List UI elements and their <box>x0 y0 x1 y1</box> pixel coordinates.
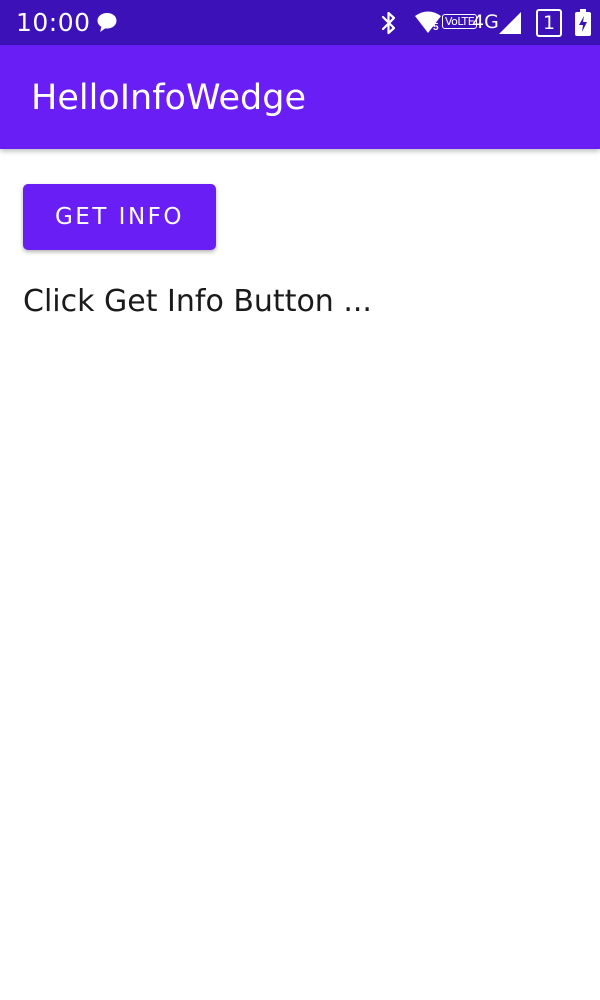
status-icons: 5 VoLTE 4G 1 <box>380 8 592 38</box>
info-text: Click Get Info Button ... <box>23 284 372 319</box>
chat-bubble-icon <box>95 11 119 35</box>
bluetooth-icon <box>380 10 398 38</box>
status-bar: 10:00 5 VoLTE 4G 1 <box>0 0 600 45</box>
wifi-band-label: 5 <box>433 22 439 33</box>
network-type-label: 4G <box>472 11 499 33</box>
battery-charging-icon <box>574 9 592 37</box>
get-info-button[interactable]: GET INFO <box>23 184 216 250</box>
sim-slot-badge: 1 <box>536 9 562 37</box>
signal-icon <box>498 11 522 37</box>
app-bar: HelloInfoWedge <box>0 45 600 149</box>
app-title: HelloInfoWedge <box>31 78 307 118</box>
status-time: 10:00 <box>16 8 91 37</box>
